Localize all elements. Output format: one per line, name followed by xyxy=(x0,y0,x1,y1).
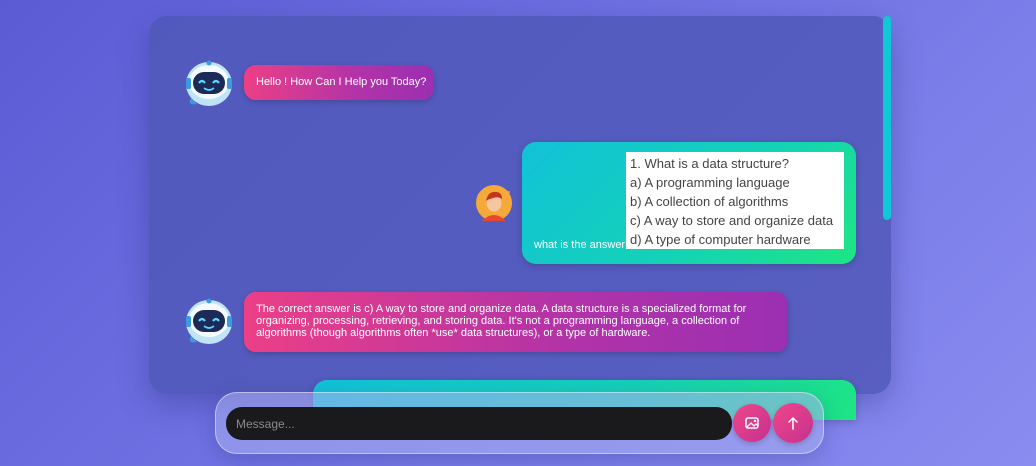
user-message-bubble: 1. What is a data structure? a) A progra… xyxy=(522,142,856,264)
image-upload-icon xyxy=(745,417,759,429)
attachment-line: a) A programming language xyxy=(630,175,790,190)
attachment-line: b) A collection of algorithms xyxy=(630,194,789,209)
bot-message-bubble: Hello ! How Can I Help you Today? xyxy=(244,65,434,100)
message-input[interactable] xyxy=(226,407,732,440)
attachment-line: 1. What is a data structure? xyxy=(630,156,789,171)
user-avatar-icon xyxy=(476,185,512,221)
bot-message-bubble: The correct answer is c) A way to store … xyxy=(244,292,788,352)
send-button[interactable] xyxy=(773,403,813,443)
robot-icon xyxy=(186,298,232,344)
attachment-line: c) A way to store and organize data xyxy=(630,213,834,228)
attached-image[interactable]: 1. What is a data structure? a) A progra… xyxy=(626,152,844,249)
robot-icon xyxy=(186,60,232,106)
user-message-text: what is the answer xyxy=(534,239,626,251)
attachment-line: d) A type of computer hardware xyxy=(630,232,811,247)
chat-scrollbar[interactable] xyxy=(883,16,891,220)
image-upload-button[interactable] xyxy=(733,404,771,442)
arrow-up-icon xyxy=(788,416,798,430)
